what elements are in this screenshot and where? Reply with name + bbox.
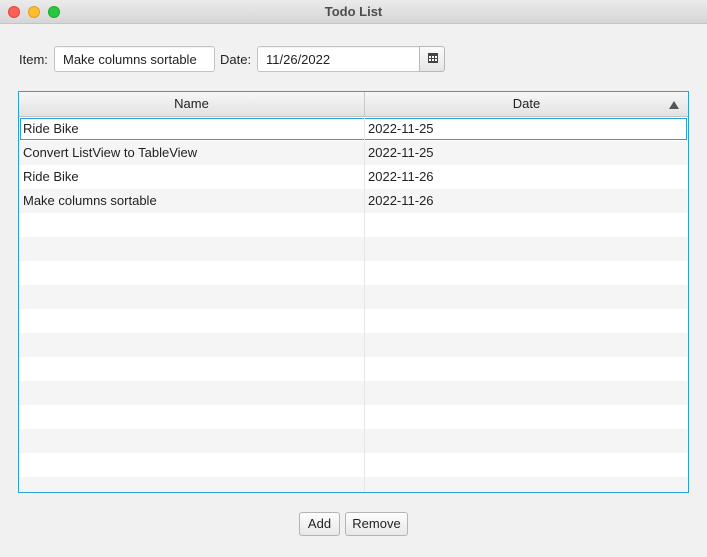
calendar-icon — [428, 53, 438, 63]
cell-name — [19, 357, 365, 381]
table-row[interactable]: Convert ListView to TableView 2022-11-25 — [19, 141, 688, 165]
cell-name: Ride Bike — [19, 165, 365, 189]
empty-table-row — [19, 213, 688, 237]
table-header: Name Date — [19, 92, 688, 117]
cell-date — [365, 429, 688, 453]
cell-date: 2022-11-25 — [368, 145, 434, 160]
cell-date — [365, 213, 688, 237]
cell-name: Ride Bike — [19, 117, 365, 141]
cell-name — [19, 261, 365, 285]
empty-table-row — [19, 309, 688, 333]
date-picker-button[interactable] — [419, 46, 445, 72]
empty-table-row — [19, 285, 688, 309]
table-body: Ride Bike 2022-11-25 Convert ListView to T… — [19, 117, 688, 492]
empty-table-row — [19, 429, 688, 453]
cell-name — [19, 333, 365, 357]
cell-date — [365, 405, 688, 429]
cell-date — [365, 285, 688, 309]
cell-name — [19, 405, 365, 429]
cell-date — [365, 357, 688, 381]
empty-table-row — [19, 405, 688, 429]
cell-name — [19, 285, 365, 309]
remove-button[interactable]: Remove — [345, 512, 408, 536]
cell-name — [19, 453, 365, 477]
window-title: Todo List — [324, 4, 383, 19]
cell-date — [365, 237, 688, 261]
date-label: Date: — [220, 52, 252, 67]
column-header-date[interactable]: Date — [365, 92, 688, 116]
empty-table-row — [19, 453, 688, 477]
todo-table[interactable]: Name Date Ride Bike 2022-11-25 Convert Lis… — [18, 91, 689, 493]
cell-date — [365, 261, 688, 285]
sort-ascending-icon — [669, 101, 679, 109]
cell-date: 2022-11-25 — [368, 121, 434, 136]
empty-table-row — [19, 261, 688, 285]
title-bar[interactable]: Todo List — [0, 0, 707, 24]
empty-table-row — [19, 333, 688, 357]
cell-date — [365, 333, 688, 357]
empty-table-row — [19, 357, 688, 381]
cell-name — [19, 477, 365, 492]
empty-table-row — [19, 381, 688, 405]
cell-date — [365, 477, 688, 492]
cell-name — [19, 381, 365, 405]
cell-date — [365, 381, 688, 405]
item-input[interactable] — [54, 46, 215, 72]
table-row[interactable]: Make columns sortable 2022-11-26 — [19, 189, 688, 213]
empty-table-row — [19, 477, 688, 492]
todo-window: Todo List Item: Date: Name Date Ride Bik… — [0, 0, 707, 557]
cell-date: 2022-11-26 — [368, 193, 434, 208]
table-row[interactable]: Ride Bike 2022-11-26 — [19, 165, 688, 189]
cell-name: Convert ListView to TableView — [19, 141, 365, 165]
date-input[interactable] — [257, 46, 420, 72]
cell-name — [19, 309, 365, 333]
cell-date — [365, 309, 688, 333]
cell-name: Make columns sortable — [19, 189, 365, 213]
column-header-name[interactable]: Name — [19, 92, 365, 116]
cell-date: 2022-11-26 — [368, 169, 434, 184]
item-label: Item: — [19, 52, 48, 67]
column-header-date-label: Date — [512, 96, 541, 111]
cell-name — [19, 237, 365, 261]
cell-name — [19, 213, 365, 237]
cell-date — [365, 453, 688, 477]
empty-table-row — [19, 237, 688, 261]
add-button[interactable]: Add — [299, 512, 340, 536]
table-row[interactable]: Ride Bike 2022-11-25 — [19, 117, 688, 141]
cell-name — [19, 429, 365, 453]
